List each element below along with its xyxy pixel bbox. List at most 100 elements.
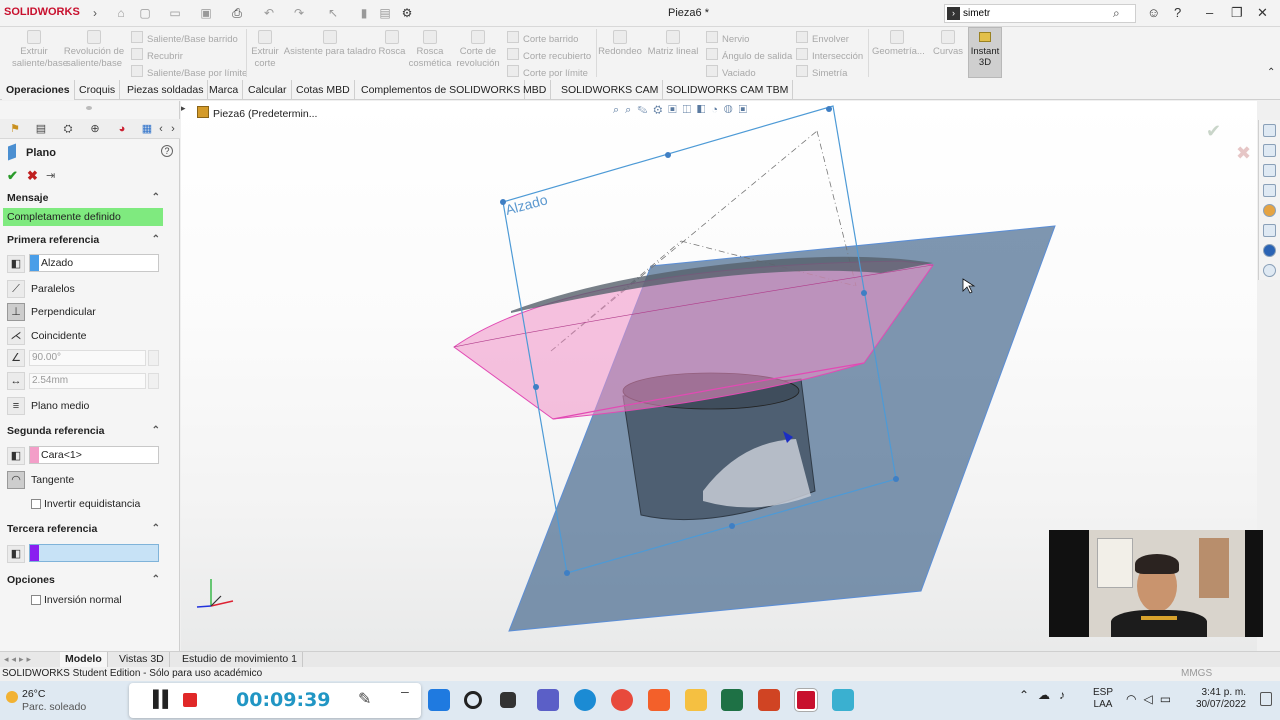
forum-icon[interactable] [1263, 244, 1276, 257]
file-explorer-icon[interactable] [685, 689, 707, 711]
distance-input[interactable]: 2.54mm [29, 373, 146, 389]
tab-solidworks-cam-tbm[interactable]: SOLIDWORKS CAM TBM [662, 80, 794, 100]
mensaje-section-header[interactable]: Mensaje ⌃ [0, 190, 164, 206]
search-input[interactable] [963, 6, 1103, 21]
collapse-chevron-icon[interactable]: ⌃ [152, 572, 160, 588]
feature-tree-icon[interactable]: ⚑ [8, 122, 22, 136]
tab-modelo[interactable]: Modelo [60, 652, 108, 667]
angle-input[interactable]: 90.00° [29, 350, 146, 366]
solidworks-3dexperience-icon[interactable] [1263, 264, 1276, 277]
clock[interactable]: 3:41 p. m. 30/07/2022 [1192, 687, 1246, 711]
tab-piezas-soldadas[interactable]: Piezas soldadas [123, 80, 209, 100]
weather-widget[interactable]: 26°C Parc. soleado [6, 688, 86, 714]
extruir-button[interactable]: Extruir saliente/base [12, 30, 68, 70]
tab-vistas-3d[interactable]: Vistas 3D [114, 652, 170, 667]
panel-grip[interactable] [86, 106, 92, 110]
segunda-referencia-header[interactable]: Segunda referencia ⌃ [0, 423, 164, 439]
windows-start-icon[interactable] [428, 689, 450, 711]
chevron-right-icon[interactable]: › [88, 6, 102, 20]
undo-icon[interactable]: ↶ [262, 6, 276, 20]
coincidente-option[interactable]: Coincidente [31, 330, 86, 342]
design-library-icon[interactable] [1263, 164, 1276, 177]
mid-plane-icon[interactable]: ≡ [7, 397, 25, 415]
save-icon[interactable]: ▣ [199, 6, 213, 20]
user-icon[interactable]: ☺ [1147, 5, 1160, 20]
new-file-icon[interactable]: ▢ [138, 6, 152, 20]
saliente-limite-button[interactable]: Saliente/Base por límite [131, 65, 247, 79]
search-icon[interactable]: ⌕ [1113, 6, 1120, 21]
rebuild-icon[interactable]: ▮ [357, 6, 371, 20]
file-properties-icon[interactable]: ▤ [378, 6, 392, 20]
system-tray[interactable]: ⌃☁♪ [1019, 688, 1074, 702]
tab-cotas-mbd[interactable]: Cotas MBD [292, 80, 355, 100]
tab-mbd[interactable]: MBD [519, 80, 552, 100]
tercera-referencia-header[interactable]: Tercera referencia ⌃ [0, 521, 164, 537]
task-view-icon[interactable] [500, 692, 516, 708]
collapse-chevron-icon[interactable]: ⌃ [152, 521, 160, 537]
tab-calcular[interactable]: Calcular [244, 80, 292, 100]
notifications-icon[interactable] [1260, 692, 1272, 706]
geometria-referencia-button[interactable]: Geometría... [872, 30, 925, 58]
simetria-button[interactable]: Simetría [796, 65, 847, 79]
pin-button[interactable]: ⇥ [46, 169, 55, 182]
collapse-chevron-icon[interactable]: ⌃ [152, 232, 160, 248]
inversion-normal-label[interactable]: Inversión normal [44, 594, 122, 606]
recorder-app-icon[interactable] [832, 689, 854, 711]
redo-icon[interactable]: ↷ [292, 6, 306, 20]
brave-icon[interactable] [648, 689, 670, 711]
invertir-checkbox[interactable] [31, 499, 41, 509]
chrome-icon[interactable] [611, 689, 633, 711]
pause-icon[interactable]: ▌▌ [153, 691, 174, 709]
tangent-icon[interactable]: ◠ [7, 471, 25, 489]
collapse-ribbon-icon[interactable]: ⌃ [1267, 67, 1275, 78]
revolucion-button[interactable]: Revolución de saliente/base [62, 30, 126, 70]
paralelos-option[interactable]: Paralelos [31, 283, 75, 295]
primera-referencia-header[interactable]: Primera referencia ⌃ [0, 232, 164, 248]
tab-croquis[interactable]: Croquis [75, 80, 121, 100]
teams-chat-icon[interactable] [537, 689, 559, 711]
options-gear-icon[interactable]: ⚙ [400, 6, 414, 20]
recubrir-button[interactable]: Recubrir [131, 48, 183, 62]
perpendicular-option[interactable]: Perpendicular [31, 306, 96, 318]
custom-properties-icon[interactable] [1263, 224, 1276, 237]
tab-solidworks-cam[interactable]: SOLIDWORKS CAM [557, 80, 664, 100]
restore-button[interactable]: ❐ [1231, 5, 1243, 21]
pen-icon[interactable]: ✎ [358, 689, 371, 709]
confirm-corner-cancel-icon[interactable]: ✖ [1236, 143, 1251, 163]
scroll-right-icon[interactable]: › [166, 122, 180, 136]
first-reference-field[interactable]: Alzado [29, 254, 159, 272]
second-reference-field[interactable]: Cara<1> [29, 446, 159, 464]
rosca-cosmetica-button[interactable]: Rosca cosmética [408, 30, 452, 70]
search-commands-box[interactable]: › ⌕ [944, 4, 1136, 23]
corte-revolucion-button[interactable]: Corte de revolución [456, 30, 500, 70]
redondeo-button[interactable]: Redondeo [598, 30, 642, 58]
cam-icon[interactable]: ▦ [140, 122, 154, 136]
select-icon[interactable]: ↖ [326, 6, 340, 20]
curvas-button[interactable]: Curvas [930, 30, 966, 58]
network-volume-battery-icons[interactable]: ◠◁▭ [1126, 692, 1178, 706]
home-pane-icon[interactable] [1263, 124, 1276, 137]
cancel-button[interactable]: ✖ [27, 168, 38, 184]
file-explorer-icon[interactable] [1263, 184, 1276, 197]
perpendicular-icon[interactable]: ⊥ [7, 303, 25, 321]
invertir-label[interactable]: Invertir equidistancia [44, 498, 140, 510]
parallel-icon[interactable]: ⟋ [7, 280, 25, 298]
tangente-option[interactable]: Tangente [31, 474, 74, 486]
property-manager-icon[interactable]: ▤ [34, 122, 48, 136]
minimize-button[interactable]: – [1206, 5, 1213, 20]
distance-spinner[interactable] [148, 373, 159, 389]
vaciado-button[interactable]: Vaciado [706, 65, 756, 79]
distance-icon[interactable]: ↔ [7, 372, 25, 390]
close-button[interactable]: ✕ [1257, 5, 1268, 21]
matriz-lineal-button[interactable]: Matriz lineal [646, 30, 700, 58]
excel-icon[interactable] [721, 689, 743, 711]
search-taskbar-icon[interactable] [464, 691, 482, 709]
configuration-icon[interactable]: ⛭ [61, 122, 75, 136]
tab-operaciones[interactable]: Operaciones [2, 80, 75, 100]
language-indicator[interactable]: ESP LAA [1093, 687, 1113, 711]
help-icon[interactable]: ? [161, 145, 173, 157]
inversion-normal-checkbox[interactable] [31, 595, 41, 605]
collapse-chevron-icon[interactable]: ⌃ [152, 423, 160, 439]
tab-scroll-arrows[interactable]: ◂◂▸▸ [4, 654, 34, 665]
corte-limite-button[interactable]: Corte por límite [507, 65, 588, 79]
